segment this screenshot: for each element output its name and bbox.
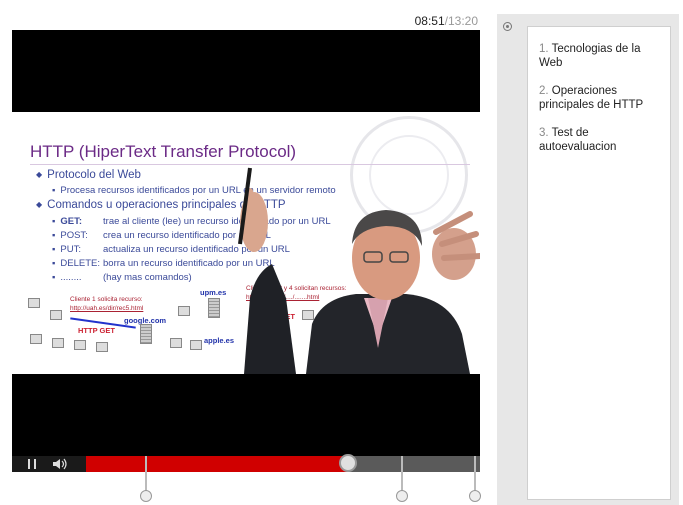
seek-handle[interactable] (338, 454, 357, 472)
slide-bullet: Protocolo del Web (36, 169, 141, 181)
computer-icon (96, 342, 108, 352)
chapter-number: 3. (539, 127, 549, 139)
player-controls (12, 454, 480, 472)
command-name: POST: (60, 230, 88, 241)
video-viewport[interactable]: HTTP (HiperText Transfer Protocol) Proto… (12, 30, 480, 456)
computer-icon (74, 340, 86, 350)
total-time: 13:20 (447, 14, 478, 28)
command-name: PUT: (60, 244, 81, 255)
seek-progress (86, 456, 348, 472)
command-name: DELETE: (60, 258, 100, 269)
presenter-video (238, 167, 480, 374)
computer-icon (50, 310, 62, 320)
chapter-marker-dot[interactable] (140, 490, 153, 502)
server-icon (140, 324, 152, 344)
chapters-tab[interactable] (497, 14, 519, 42)
diagram-http-get-1: HTTP GET (78, 326, 115, 335)
command-name: GET: (60, 216, 83, 227)
diagram-apple-label: apple.es (204, 336, 235, 345)
chapters-icon (503, 22, 512, 31)
chapter-marker-dot[interactable] (396, 490, 409, 502)
command-name: ........ (60, 272, 82, 283)
computer-icon (178, 306, 190, 316)
chapter-label: Operaciones principales de HTTP (539, 85, 644, 111)
current-time: 08:51 (414, 14, 445, 28)
chapter-list: 1. Tecnologias de la Web 2. Operaciones … (527, 26, 671, 500)
chapter-item-1[interactable]: 1. Tecnologias de la Web (539, 42, 663, 70)
time-readout: 08:51/13:20 (415, 14, 478, 28)
chapter-marker[interactable] (396, 456, 409, 502)
chapter-marker[interactable] (469, 456, 482, 502)
computer-icon (190, 340, 202, 350)
pause-icon[interactable] (28, 459, 36, 469)
chapter-number: 2. (539, 85, 549, 97)
server-icon (208, 298, 220, 318)
chapter-number: 1. (539, 43, 549, 55)
diagram-upm-label: upm.es (200, 288, 227, 297)
chapter-label: Tecnologias de la Web (539, 43, 641, 69)
command-desc: (hay mas comandos) (103, 272, 192, 283)
chapter-marker[interactable] (140, 456, 153, 502)
chapter-marker-dot[interactable] (469, 490, 482, 502)
computer-icon (170, 338, 182, 348)
chapter-item-3[interactable]: 3. Test de autoevaluacion (539, 126, 663, 154)
diagram-client1-label: Cliente 1 solicita recurso: (70, 296, 143, 303)
chapter-item-2[interactable]: 2. Operaciones principales de HTTP (539, 84, 663, 112)
computer-icon (52, 338, 64, 348)
volume-icon[interactable] (52, 458, 68, 470)
command-row: ........ (hay mas comandos) (52, 272, 192, 283)
computer-icon (28, 298, 40, 308)
computer-icon (30, 334, 42, 344)
chapter-label: Test de autoevaluacion (539, 127, 617, 153)
diagram-client1-url: http://uah.es/dir/rec5.html (70, 305, 144, 312)
